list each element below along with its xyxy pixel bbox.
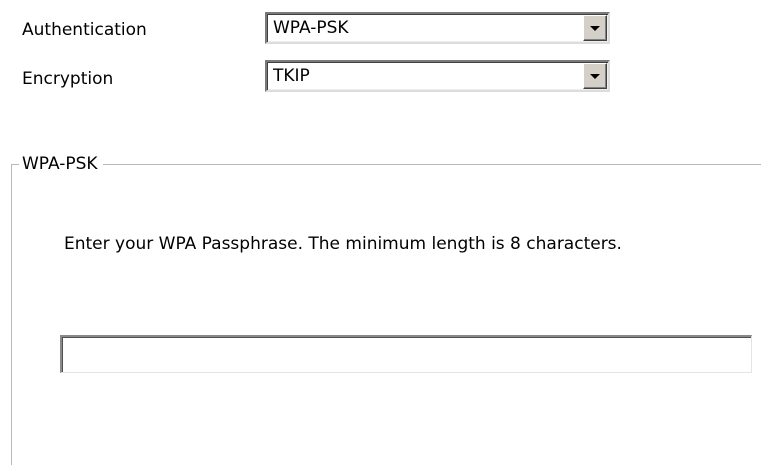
authentication-select-value: WPA-PSK [273,18,349,38]
encryption-select-value: TKIP [273,66,310,86]
chevron-down-icon [590,26,600,31]
authentication-select[interactable]: WPA-PSK [265,12,610,44]
passphrase-input[interactable] [60,335,752,373]
authentication-dropdown-button[interactable] [583,15,607,41]
chevron-down-icon [590,74,600,79]
wpa-psk-group-title: WPA-PSK [19,153,103,175]
encryption-label: Encryption [22,69,114,89]
encryption-dropdown-button[interactable] [583,63,607,89]
encryption-select[interactable]: TKIP [265,60,610,92]
passphrase-instructions: Enter your WPA Passphrase. The minimum l… [64,234,622,254]
wpa-psk-group [11,164,761,465]
authentication-label: Authentication [22,20,147,40]
